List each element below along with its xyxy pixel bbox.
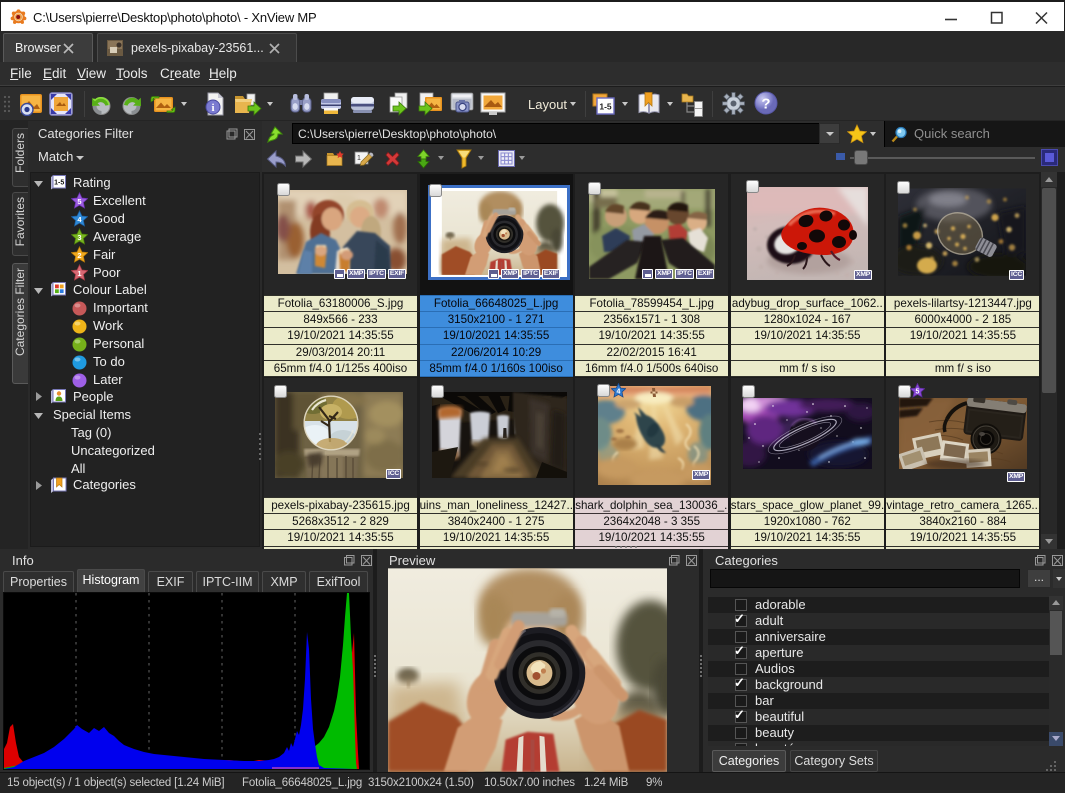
svg-text:4: 4 [617,389,621,396]
svg-text:i: i [211,102,214,114]
svg-text:1-5: 1-5 [54,180,64,187]
svg-text:1: 1 [357,155,361,162]
svg-text:5: 5 [77,197,81,206]
svg-text:2: 2 [77,251,81,260]
svg-text:1: 1 [77,269,81,278]
svg-text:1-5: 1-5 [599,102,612,112]
svg-text:?: ? [761,96,770,113]
svg-text:3: 3 [77,233,81,242]
svg-text:5: 5 [916,389,920,396]
